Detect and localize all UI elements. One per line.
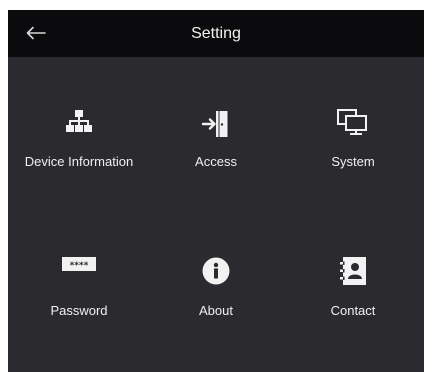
tile-label: Device Information [24, 154, 134, 169]
tile-label: About [199, 303, 233, 318]
tile-system[interactable]: System [284, 97, 422, 227]
svg-text:****: **** [70, 261, 89, 271]
tile-label: Password [50, 303, 108, 318]
tile-access[interactable]: Access [147, 97, 285, 227]
tile-about[interactable]: About [147, 242, 285, 372]
tile-label: Contact [330, 303, 376, 318]
tile-password[interactable]: **** Password [10, 242, 148, 372]
monitors-icon [337, 109, 369, 137]
info-icon [202, 257, 230, 285]
password-dots-icon: **** [62, 257, 96, 271]
header-bar: Setting [8, 10, 424, 57]
back-button[interactable] [22, 19, 50, 47]
contact-book-icon [340, 257, 366, 285]
tile-contact[interactable]: Contact [284, 242, 422, 372]
network-tree-icon [66, 109, 92, 133]
tile-label: Access [195, 154, 237, 169]
door-entry-icon [201, 109, 231, 139]
arrow-left-icon [26, 26, 46, 40]
settings-screen: Setting Device Information Access System… [8, 10, 424, 372]
page-title: Setting [191, 25, 241, 42]
tile-label: System [331, 154, 375, 169]
tile-device-information[interactable]: Device Information [10, 97, 148, 227]
settings-grid: Device Information Access System **** Pa… [8, 57, 424, 372]
